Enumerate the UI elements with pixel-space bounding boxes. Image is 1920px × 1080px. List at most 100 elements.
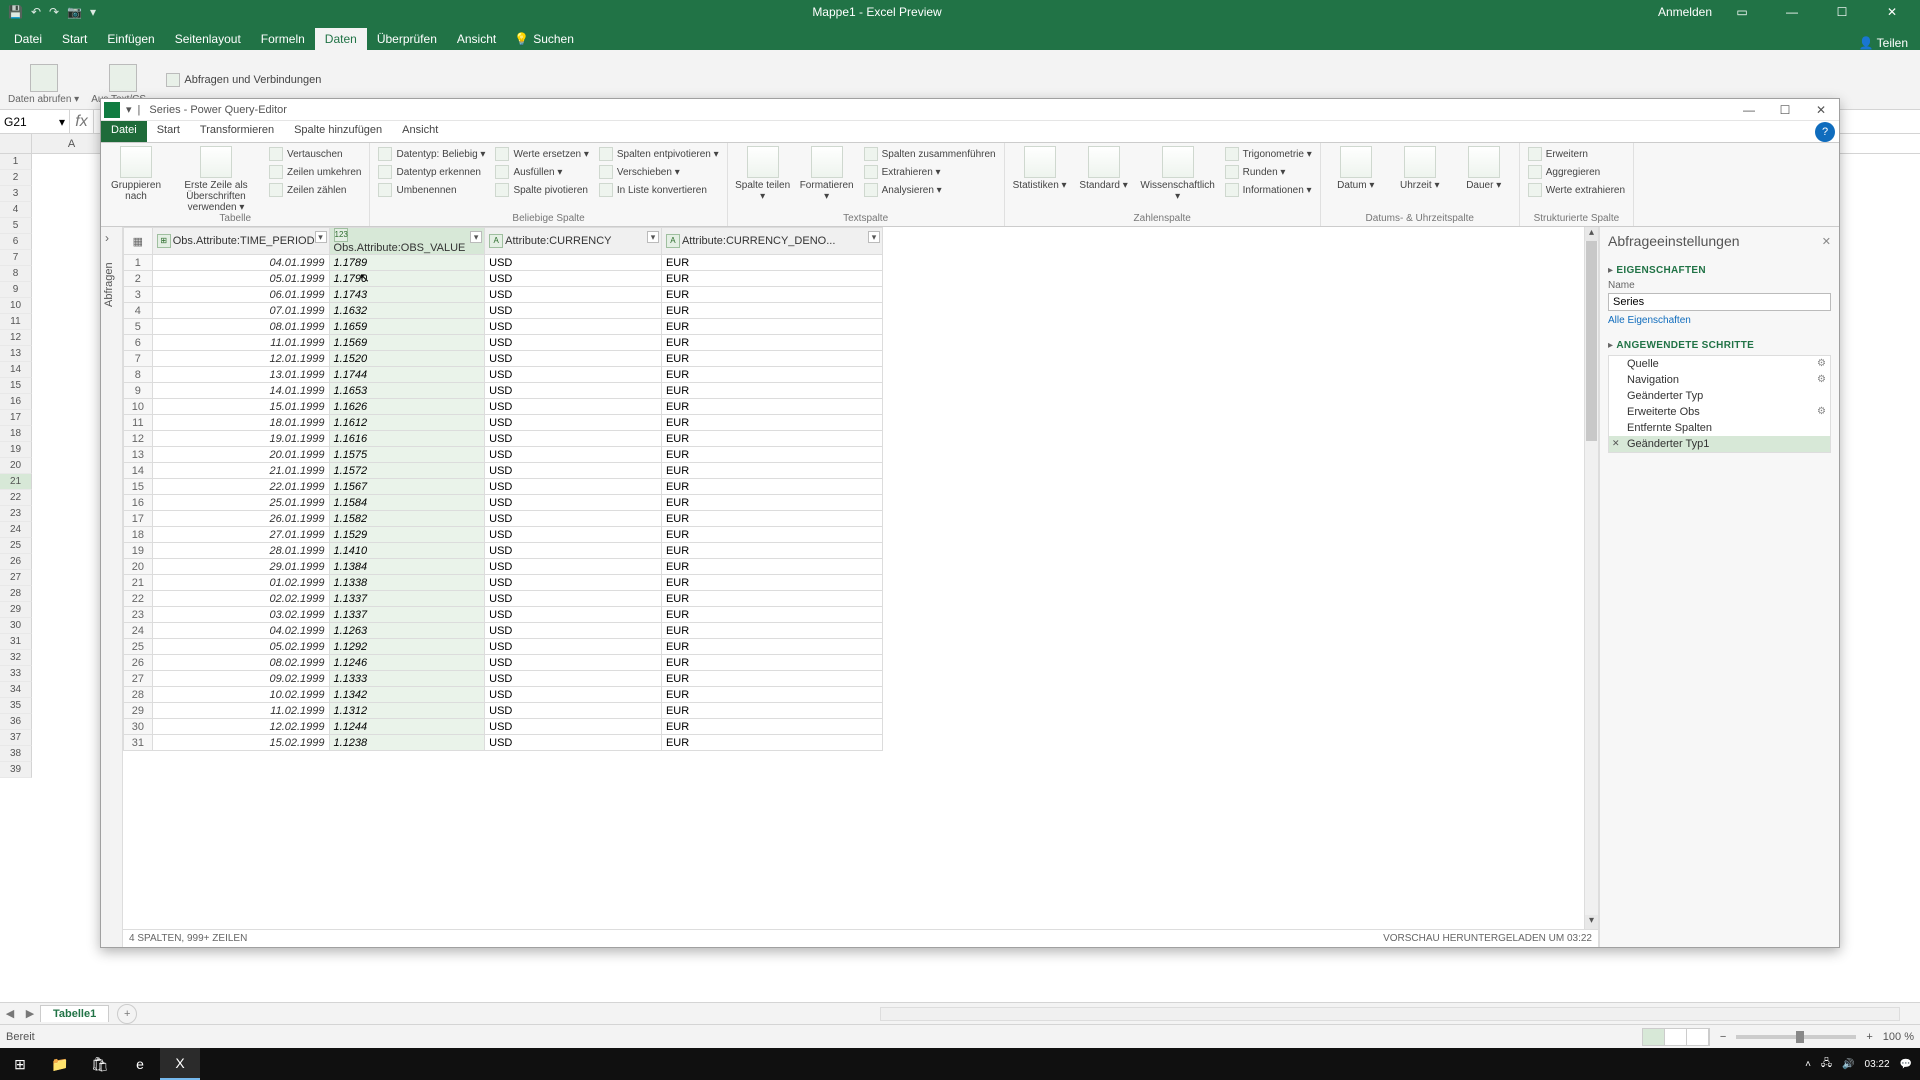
pq-minimize-button[interactable]: — [1731, 103, 1767, 117]
cell-obs-value[interactable]: 1.1337 [329, 591, 485, 607]
cell-time-period[interactable]: 10.02.1999 [152, 687, 329, 703]
row-number[interactable]: 18 [124, 527, 153, 543]
view-buttons[interactable] [1642, 1028, 1710, 1046]
cell-currency[interactable]: USD [485, 591, 662, 607]
cell-currency-denom[interactable]: EUR [661, 351, 882, 367]
step-gear-icon[interactable]: ⚙ [1817, 406, 1826, 417]
cell-obs-value[interactable]: 1.1569 [329, 335, 485, 351]
row-number[interactable]: 21 [124, 575, 153, 591]
cell-currency-denom[interactable]: EUR [661, 591, 882, 607]
row-number[interactable]: 9 [124, 383, 153, 399]
row-header[interactable]: 3 [0, 186, 32, 202]
add-sheet-button[interactable]: + [117, 1004, 137, 1024]
col-header-obs-value[interactable]: 123Obs.Attribute:OBS_VALUE▾ [329, 228, 485, 255]
cell-obs-value[interactable]: 1.1582 [329, 511, 485, 527]
row-number[interactable]: 13 [124, 447, 153, 463]
cell-currency-denom[interactable]: EUR [661, 399, 882, 415]
table-row[interactable]: 611.01.19991.1569USDEUR [124, 335, 883, 351]
cell-time-period[interactable]: 02.02.1999 [152, 591, 329, 607]
cell-currency[interactable]: USD [485, 703, 662, 719]
sheet-nav-next[interactable]: ▶ [26, 1007, 34, 1020]
group-by-button[interactable]: Gruppieren nach [107, 146, 165, 202]
cell-currency-denom[interactable]: EUR [661, 623, 882, 639]
row-number[interactable]: 26 [124, 655, 153, 671]
cell-currency[interactable]: USD [485, 303, 662, 319]
cell-time-period[interactable]: 27.01.1999 [152, 527, 329, 543]
row-header[interactable]: 34 [0, 682, 32, 698]
minimize-button[interactable]: — [1772, 5, 1812, 19]
ribbon-options-icon[interactable]: ▭ [1722, 5, 1762, 19]
row-number[interactable]: 7 [124, 351, 153, 367]
row-number[interactable]: 25 [124, 639, 153, 655]
cell-time-period[interactable]: 08.01.1999 [152, 319, 329, 335]
cell-obs-value[interactable]: 1.1584 [329, 495, 485, 511]
pq-tab-file[interactable]: Datei [101, 121, 147, 142]
signin-link[interactable]: Anmelden [1658, 5, 1712, 19]
cell-currency[interactable]: USD [485, 431, 662, 447]
row-header[interactable]: 15 [0, 378, 32, 394]
excel-tab-einfügen[interactable]: Einfügen [97, 28, 164, 50]
cell-currency[interactable]: USD [485, 335, 662, 351]
row-header[interactable]: 4 [0, 202, 32, 218]
unpivot-button[interactable]: Spalten entpivotieren ▾ [597, 146, 721, 162]
row-number[interactable]: 11 [124, 415, 153, 431]
cell-obs-value[interactable]: 1.1246 [329, 655, 485, 671]
to-list-button[interactable]: In Liste konvertieren [597, 182, 721, 198]
excel-tab-daten[interactable]: Daten [315, 28, 367, 50]
cell-currency[interactable]: USD [485, 655, 662, 671]
cell-currency-denom[interactable]: EUR [661, 527, 882, 543]
expand-queries-icon[interactable]: › [105, 231, 109, 245]
cell-currency-denom[interactable]: EUR [661, 431, 882, 447]
excel-taskbar-icon[interactable]: X [160, 1048, 200, 1080]
row-header[interactable]: 39 [0, 762, 32, 778]
count-rows-button[interactable]: Zeilen zählen [267, 182, 363, 198]
col-header-currency[interactable]: AAttribute:CURRENCY▾ [485, 228, 662, 255]
row-header[interactable]: 33 [0, 666, 32, 682]
autosave-icon[interactable]: 💾 [8, 5, 23, 19]
applied-step[interactable]: Geänderter Typ [1609, 388, 1830, 404]
pq-tab-transform[interactable]: Transformieren [190, 121, 284, 142]
expand-button[interactable]: Erweitern [1526, 146, 1627, 162]
cell-currency[interactable]: USD [485, 623, 662, 639]
cell-currency[interactable]: USD [485, 559, 662, 575]
replace-values-button[interactable]: Werte ersetzen ▾ [493, 146, 590, 162]
date-button[interactable]: Datum ▾ [1327, 146, 1385, 191]
cell-time-period[interactable]: 13.01.1999 [152, 367, 329, 383]
cell-currency-denom[interactable]: EUR [661, 575, 882, 591]
excel-tab-formeln[interactable]: Formeln [251, 28, 315, 50]
cell-time-period[interactable]: 09.02.1999 [152, 671, 329, 687]
cell-time-period[interactable]: 08.02.1999 [152, 655, 329, 671]
row-header[interactable]: 38 [0, 746, 32, 762]
cell-currency[interactable]: USD [485, 351, 662, 367]
table-row[interactable]: 1522.01.19991.1567USDEUR [124, 479, 883, 495]
row-header[interactable]: 2 [0, 170, 32, 186]
aggregate-button[interactable]: Aggregieren [1526, 164, 1627, 180]
row-header[interactable]: 16 [0, 394, 32, 410]
row-number[interactable]: 3 [124, 287, 153, 303]
table-row[interactable]: 3012.02.19991.1244USDEUR [124, 719, 883, 735]
format-button[interactable]: Formatieren ▾ [798, 146, 856, 202]
row-header[interactable]: 19 [0, 442, 32, 458]
cell-obs-value[interactable]: 1.1743 [329, 287, 485, 303]
filter-dropdown-icon[interactable]: ▾ [647, 231, 659, 243]
zoom-out-button[interactable]: − [1720, 1031, 1726, 1043]
row-header[interactable]: 8 [0, 266, 32, 282]
chevron-down-icon[interactable]: ▾ [59, 115, 65, 129]
pagelayout-view-icon[interactable] [1665, 1029, 1687, 1045]
tray-network-icon[interactable]: 🖧 [1821, 1056, 1832, 1073]
cell-currency-denom[interactable]: EUR [661, 335, 882, 351]
cell-obs-value[interactable]: 1.1572 [329, 463, 485, 479]
sheet-nav-prev[interactable]: ◀ [6, 1007, 14, 1020]
row-header[interactable]: 26 [0, 554, 32, 570]
table-row[interactable]: 712.01.19991.1520USDEUR [124, 351, 883, 367]
cell-currency-denom[interactable]: EUR [661, 671, 882, 687]
cell-obs-value[interactable]: 1.1337 [329, 607, 485, 623]
cell-time-period[interactable]: 11.02.1999 [152, 703, 329, 719]
table-row[interactable]: 104.01.19991.1789USDEUR [124, 255, 883, 271]
cell-time-period[interactable]: 07.01.1999 [152, 303, 329, 319]
queries-connections-button[interactable]: Abfragen und Verbindungen [166, 73, 321, 87]
rename-button[interactable]: Umbenennen [376, 182, 487, 198]
row-number[interactable]: 31 [124, 735, 153, 751]
cell-currency[interactable]: USD [485, 415, 662, 431]
query-name-input[interactable] [1608, 293, 1831, 311]
